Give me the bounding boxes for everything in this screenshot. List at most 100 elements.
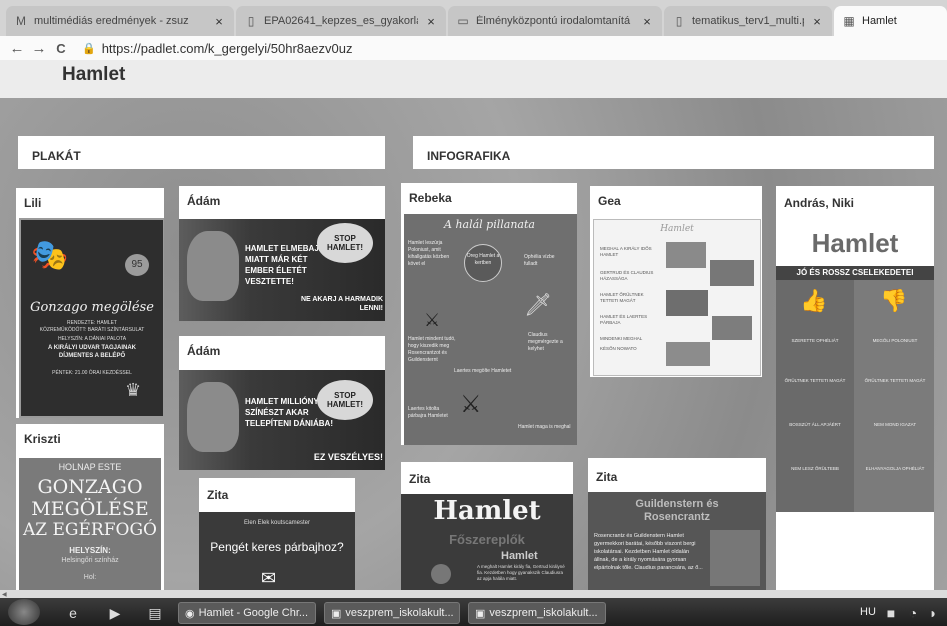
taskbar-item-word-1[interactable]: ▣ veszprem_iskolakult... [324, 602, 460, 624]
poster-line: Helsingőri színház [61, 557, 119, 564]
infographic-text: Claudius megmérgezte a kelyhet [528, 332, 563, 352]
infographic-image: 👍 👎 SZERETTE OPHÉLIÁT ŐRÜLTNEK TETTETI M… [776, 280, 934, 512]
thumbs-up-icon: 👍 [800, 288, 828, 313]
post-card-kriszti[interactable]: Kriszti HOLNAP ESTE GONZAGO MEGÖLÉSE AZ … [16, 424, 164, 590]
timeline-item: HAMLET ÉS LAERTES PÁRBAJA [600, 314, 648, 325]
post-card-zita-3[interactable]: Zita Guildenstern és Rosencrantz Rosencr… [588, 458, 766, 590]
infographic-image: Hamlet Főszereplők Hamlet A meghalt Haml… [401, 494, 573, 590]
infographic-subheading: JÓ ÉS ROSSZ CSELEKEDETEI [776, 266, 934, 280]
browser-tab-hamlet[interactable]: ▦ Hamlet [834, 6, 947, 36]
address-bar[interactable]: https://padlet.com/k_gergelyi/50hr8aezv0… [102, 41, 353, 56]
scroll-left-icon[interactable]: ◀ [2, 591, 7, 598]
section-header-infografika[interactable]: INFOGRAFIKA [413, 136, 934, 169]
photo-thumbnail [710, 530, 760, 586]
infographic-heading: A halál pillanata [444, 218, 535, 231]
browser-tab-elmeny[interactable]: ▭ Élményközpontú irodalomtanítá × [448, 6, 662, 36]
browser-tab-gmail[interactable]: M multimédiás eredmények - zsuz × [6, 6, 234, 36]
volume-icon[interactable]: ◗ [924, 604, 942, 622]
post-card-gea[interactable]: Gea Hamlet MEGHAL A KIRÁLY IDŐS HAMLET G… [590, 186, 762, 377]
post-card-lili[interactable]: Lili 🎭 95 Gonzago megölése RENDEZTE: HAM… [16, 188, 164, 418]
photo-thumbnail [666, 242, 706, 268]
reload-button[interactable]: C [50, 41, 72, 56]
portrait-figure [187, 382, 239, 452]
close-icon[interactable]: × [640, 14, 654, 29]
photo-thumbnail [712, 316, 752, 340]
post-card-rebeka[interactable]: Rebeka A halál pillanata Hamlet leszúrja… [401, 183, 577, 445]
close-icon[interactable]: × [424, 14, 438, 29]
infographic-subheading: Főszereplők [449, 532, 525, 547]
book-icon: ▭ [457, 14, 469, 28]
forward-button[interactable]: → [28, 40, 50, 57]
meme-image: HAMLET ELMEBAJA MIATT MÁR KÉT EMBER ÉLET… [179, 219, 385, 321]
infographic-text: Oreg Hamlet a kertben [464, 244, 502, 282]
taskbar-item-chrome[interactable]: ◉ Hamlet - Google Chr... [178, 602, 316, 624]
ad-image: Elen Elek koutscamester Pengét keres pár… [199, 512, 355, 590]
taskbar-item-word-2[interactable]: ▣ veszprem_iskolakult... [468, 602, 606, 624]
infographic-text: Laertes megölte Hamletet [454, 368, 512, 374]
poster-line: RENDEZTE: HAMLET [66, 320, 117, 326]
meme-image: HAMLET MILLIÓNYI SZÍNÉSZT AKAR TELEPÍTEN… [179, 370, 385, 470]
timeline-item: KÉSŐN NOWATO [600, 346, 637, 351]
poster-image: 🎭 95 Gonzago megölése RENDEZTE: HAMLET K… [19, 218, 164, 418]
stop-sign: STOP HAMLET! [317, 223, 373, 263]
file-explorer-icon[interactable]: ▤ [146, 604, 164, 622]
photo-thumbnail [666, 342, 710, 366]
lock-icon: 🔒 [82, 42, 96, 55]
timeline-item: HAMLET ŐRÜLTNEK TETTETI MAGÁT [600, 292, 644, 303]
post-card-andras-niki[interactable]: András, Niki Hamlet JÓ ÉS ROSSZ CSELEKED… [776, 186, 934, 590]
bad-deed-label: ELHANYAGOLJA OPHÉLIÁT [865, 466, 925, 471]
bad-deed-label: ŐRÜLTNEK TETTETI MAGÁT [864, 378, 926, 383]
document-icon: ▯ [247, 14, 255, 28]
theatre-masks-icon: 🎭 [31, 239, 69, 272]
timeline-item: GERTRUD ÉS CLAUDIUS HÁZASSÁGA [600, 270, 654, 281]
duel-icon: ⚔ [460, 391, 482, 418]
section-header-plakat[interactable]: PLAKÁT [18, 136, 385, 169]
envelope-icon: ✉ [261, 568, 277, 588]
poster-line: HELYSZÍN: A DÁNIAI PALOTA [57, 336, 127, 342]
infographic-text: Ophélia vízbe fulladt [524, 254, 555, 267]
language-indicator[interactable]: HU [860, 606, 876, 618]
browser-toolbar: ← → C 🔒 https://padlet.com/k_gergelyi/50… [0, 36, 947, 60]
post-author: Ádám [187, 194, 221, 208]
post-card-zita-1[interactable]: Zita Elen Elek koutscamester Pengét kere… [199, 478, 355, 590]
character-description: A meghalt Hamlet király fia, Gertrud kir… [477, 564, 565, 581]
post-author: Kriszti [24, 432, 61, 446]
close-icon[interactable]: × [810, 14, 824, 29]
sword-icon: 🗡 [524, 292, 552, 317]
post-author: Zita [207, 488, 229, 502]
media-player-icon[interactable]: ▶ [106, 604, 124, 622]
crown-icon: ♛ [125, 380, 142, 400]
tab-title: EPA02641_kepzes_es_gyakorlat [264, 15, 418, 27]
browser-tab-tematikus[interactable]: ▯ tematikus_terv1_multi.pdf × [664, 6, 832, 36]
infographic-image: Hamlet MEGHAL A KIRÁLY IDŐS HAMLET GERTR… [593, 219, 761, 376]
taskbar-item-label: veszprem_iskolakult... [345, 607, 454, 619]
post-card-adam-1[interactable]: Ádám HAMLET ELMEBAJA MIATT MÁR KÉT EMBER… [179, 186, 385, 321]
tray-icon[interactable]: ■ [882, 604, 900, 622]
ad-small-text: Elen Elek koutscamester [243, 520, 311, 526]
tab-title: multimédiás eredmények - zsuz [34, 15, 189, 27]
infographic-heading: Guildenstern és [635, 498, 719, 510]
ad-headline: Pengét keres párbajhoz? [210, 540, 344, 554]
internet-explorer-icon[interactable]: e [64, 604, 82, 622]
taskbar-item-label: veszprem_iskolakult... [489, 607, 598, 619]
browser-tab-epa[interactable]: ▯ EPA02641_kepzes_es_gyakorlat × [236, 6, 446, 36]
network-icon[interactable]: ◔ [904, 604, 922, 622]
infographic-text: Laertes kitolta párbajra Hamletet [408, 406, 448, 419]
post-author: Zita [596, 470, 618, 484]
horizontal-scrollbar[interactable]: ◀ [0, 590, 947, 598]
tab-title: Hamlet [862, 15, 897, 27]
poster-line: KÖZREMŰKÖDŐTT: BARÁTI SZÍNTÁRSULAT [39, 327, 145, 333]
post-card-adam-2[interactable]: Ádám HAMLET MILLIÓNYI SZÍNÉSZT AKAR TELE… [179, 336, 385, 470]
start-button[interactable] [8, 599, 40, 625]
back-button[interactable]: ← [6, 40, 28, 57]
good-deed-label: ŐRÜLTNEK TETTETI MAGÁT [784, 378, 846, 383]
thumbs-down-icon: 👎 [880, 288, 908, 313]
poster-line: GONZAGO [37, 476, 143, 498]
post-card-zita-2[interactable]: Zita Hamlet Főszereplők Hamlet A meghalt… [401, 462, 573, 590]
poster-line: A KIRÁLYI UDVAR TAGJAINAK DÍJMENTES A BE… [47, 345, 136, 359]
word-icon: ▣ [475, 607, 486, 620]
good-deed-label: BOSSZÚT ÁLL APJÁÉRT [789, 422, 841, 427]
infographic-image: A halál pillanata Hamlet leszúrja Poloni… [404, 214, 577, 445]
close-icon[interactable]: × [212, 14, 226, 29]
good-deed-label: SZERETTE OPHÉLIÁT [791, 338, 839, 343]
